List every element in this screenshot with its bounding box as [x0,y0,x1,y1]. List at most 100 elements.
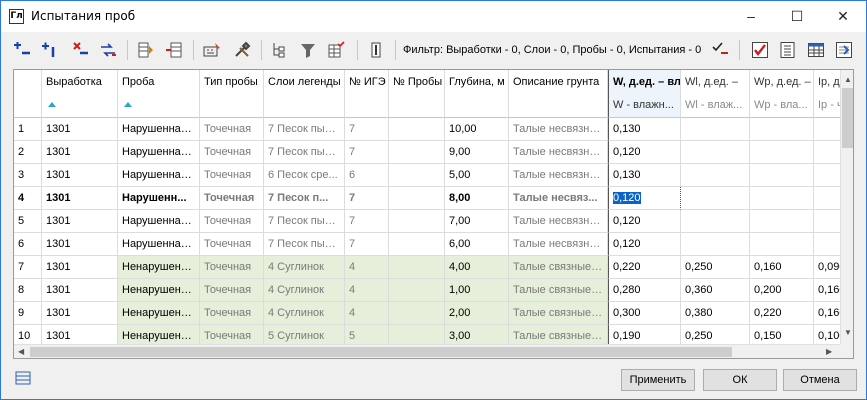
grid-cell[interactable]: 1301 [42,279,118,302]
grid-cell[interactable]: 7 Песок пыл... [264,141,345,164]
table-edit-icon[interactable] [137,41,155,59]
grid-cell[interactable]: 1301 [42,233,118,256]
grid-cell[interactable]: 6 Песок сре... [264,164,345,187]
table-row[interactable]: 1 1301 Нарушенная... Точечная 7 Песок пыл...… [14,118,853,141]
column-header[interactable]: Wl, д.ед. – Wl - влаж... [681,70,750,118]
column-header[interactable]: № ИГЭ [345,70,389,118]
grid-cell[interactable]: Талые связные,... [509,279,608,302]
grid-cell[interactable]: Талые несвязны... [509,233,608,256]
row-number[interactable]: 2 [14,141,42,164]
grid-cell[interactable]: 0,160 [750,256,814,279]
add-row-icon[interactable] [13,41,31,59]
table-row[interactable]: 3 1301 Нарушенная... Точечная 6 Песок сре...… [14,164,853,187]
grid-cell[interactable]: 0,280 [608,279,681,302]
grid-cell[interactable]: Талые несвязны... [509,141,608,164]
filter-settings-icon[interactable] [327,41,345,59]
minimize-button[interactable]: – [728,1,774,32]
grid-cell[interactable]: 1301 [42,187,118,210]
grid-cell[interactable]: 8,00 [445,187,509,210]
grid-cell[interactable]: 2,00 [445,302,509,325]
grid-cell[interactable] [681,210,750,233]
grid-cell[interactable]: Талые несвяз... [509,187,608,210]
grid-cell[interactable]: Точечная [200,233,264,256]
grid-cell[interactable]: 4 Суглинок [264,256,345,279]
grid-cell[interactable]: 0,220 [608,256,681,279]
sort-indicator-icon[interactable] [48,102,56,107]
grid-cell[interactable]: Ненарушенн... [118,256,200,279]
grid-cell[interactable]: 6 [345,164,389,187]
grid-cell[interactable]: Нарушенн... [118,187,200,210]
ok-button[interactable]: ОК [703,369,777,391]
grid-cell[interactable] [681,141,750,164]
horizontal-scrollbar[interactable]: ◀ ▶ [14,344,840,358]
close-button[interactable]: ✕ [820,1,866,32]
column-header[interactable] [14,70,42,118]
grid-cell[interactable]: 7 Песок п... [264,187,345,210]
grid-cell[interactable]: 1301 [42,118,118,141]
grid-cell[interactable]: 9,00 [445,141,509,164]
column-header[interactable]: Глубина, м [445,70,509,118]
grid-cell[interactable] [389,256,445,279]
table-row[interactable]: 9 1301 Ненарушенн... Точечная 4 Суглинок 4 2,0… [14,302,853,325]
clear-filter-icon[interactable] [711,41,729,59]
grid-cell[interactable]: 7 [345,187,389,210]
tree-view-icon[interactable] [271,41,289,59]
table-transfer-icon[interactable] [165,41,183,59]
maximize-button[interactable]: ☐ [774,1,820,32]
table-row[interactable]: 5 1301 Нарушенная... Точечная 7 Песок пыл...… [14,210,853,233]
grid-cell[interactable]: 4 [345,256,389,279]
grid-cell[interactable] [389,279,445,302]
grid-cell[interactable]: 7 Песок пыл... [264,233,345,256]
grid-cell[interactable]: 7 Песок пыл... [264,118,345,141]
grid-cell[interactable]: 1301 [42,164,118,187]
grid-cell[interactable] [681,118,750,141]
column-header[interactable]: Описание грунта [509,70,608,118]
grid-cell[interactable]: 4 [345,302,389,325]
vertical-scrollbar[interactable]: ▲ ▼ [840,70,853,344]
grid-cell[interactable]: Талые несвязны... [509,164,608,187]
grid-cell[interactable]: 7 [345,141,389,164]
grid-cell[interactable]: 4,00 [445,256,509,279]
grid-cell[interactable] [389,141,445,164]
grid-cell[interactable] [389,233,445,256]
grid-cell[interactable]: 0,130 [608,118,681,141]
grid-cell[interactable]: 0,360 [681,279,750,302]
grid-cell[interactable]: Ненарушенн... [118,302,200,325]
grid-cell[interactable]: Точечная [200,256,264,279]
grid-cell[interactable]: Точечная [200,141,264,164]
grid-cell[interactable]: 10,00 [445,118,509,141]
table-row[interactable]: 2 1301 Нарушенная... Точечная 7 Песок пыл...… [14,141,853,164]
grid-cell[interactable]: 0,120 [608,141,681,164]
row-number[interactable]: 9 [14,302,42,325]
column-header[interactable]: № Пробы [389,70,445,118]
grid-cell[interactable]: Точечная [200,164,264,187]
grid-cell[interactable]: 7,00 [445,210,509,233]
grid-cell[interactable]: Нарушенная... [118,141,200,164]
grid-cell[interactable]: 5,00 [445,164,509,187]
column-header[interactable]: Слои легенды [264,70,345,118]
grid-cell[interactable]: Нарушенная... [118,233,200,256]
grid-cell[interactable]: 0,200 [750,279,814,302]
grid-cell[interactable] [750,233,814,256]
grid-cell[interactable]: 7 [345,210,389,233]
column-list-icon[interactable] [779,41,797,59]
column-header[interactable]: Выработка [42,70,118,118]
row-number[interactable]: 5 [14,210,42,233]
grid-cell[interactable]: 1301 [42,256,118,279]
grid-cell[interactable]: Точечная [200,118,264,141]
grid-cell[interactable] [389,118,445,141]
grid-cell[interactable]: 1,00 [445,279,509,302]
vertical-scroll-thumb[interactable] [842,88,853,148]
grid-cell[interactable]: 4 [345,279,389,302]
scroll-right-icon[interactable]: ▶ [826,347,832,356]
grid-cell[interactable] [750,118,814,141]
grid-cell[interactable]: Ненарушенн... [118,279,200,302]
grid-cell[interactable]: 0,120 [608,210,681,233]
column-header[interactable]: W, д.ед. – вл W - влажн... [608,70,681,118]
row-number[interactable]: 7 [14,256,42,279]
grid-cell[interactable]: Талые связные,... [509,302,608,325]
table-row[interactable]: 7 1301 Ненарушенн... Точечная 4 Суглинок 4 4,0… [14,256,853,279]
table-row[interactable]: 4 1301 Нарушенн... Точечная 7 Песок п... 7 8,0… [14,187,853,210]
horizontal-scroll-thumb[interactable] [30,347,732,357]
grid-cell[interactable] [750,187,814,210]
